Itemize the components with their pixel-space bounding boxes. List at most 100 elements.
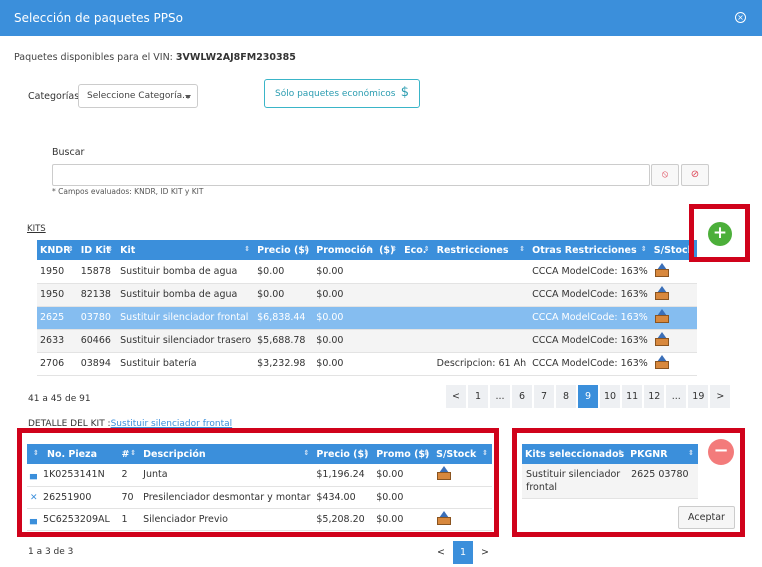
sort-icon: ⇕ xyxy=(640,245,647,253)
kit-cell: 03894 xyxy=(77,352,118,376)
sort-icon: ⇕ xyxy=(423,245,430,253)
kit-cell: $0.00 xyxy=(313,260,377,284)
selected-col-label: Kits seleccionados xyxy=(525,448,625,460)
kits-col-header[interactable]: Kit ⇕ xyxy=(117,240,255,260)
kit-row[interactable]: 2633 60466 Sustituir silenciador trasero $5… xyxy=(37,329,697,353)
clear-search-button[interactable]: ⦸ xyxy=(651,164,679,186)
close-icon[interactable]: × xyxy=(735,12,746,23)
kit-cell: CCCA ModelCode: 163% xyxy=(529,329,651,353)
stock-icon xyxy=(654,262,670,277)
kits-page[interactable]: 6 xyxy=(512,385,532,408)
kits-page[interactable]: 12 xyxy=(644,385,665,408)
parts-col-header[interactable]: S/Stock ⇕ xyxy=(433,444,492,464)
kit-row[interactable]: 2625 03780 Sustituir silenciador frontal $6… xyxy=(37,306,697,330)
kit-cell xyxy=(433,329,530,353)
part-row[interactable]: ✕ 26251900 70 Presilenciador desmontar y m… xyxy=(27,486,492,509)
kits-col-header[interactable]: Restricciones ⇕ xyxy=(433,240,530,260)
kit-cell: 1950 xyxy=(37,260,78,284)
kits-page[interactable]: < xyxy=(446,385,466,408)
kits-page[interactable]: 10 xyxy=(600,385,621,408)
part-precio: $1,196.24 xyxy=(313,464,374,487)
part-desc: Junta xyxy=(140,464,314,487)
kits-col-header[interactable]: Precio ($) ⇕ xyxy=(254,240,314,260)
parts-col-header[interactable]: Precio ($) ⇕ xyxy=(313,444,374,464)
kit-cell xyxy=(433,283,530,307)
selected-col-header[interactable]: Kits seleccionados ⇕ xyxy=(522,444,628,464)
kit-cell: Sustituir silenciador trasero xyxy=(117,329,255,353)
kit-cell: Sustituir bomba de agua xyxy=(117,283,255,307)
kits-page[interactable]: 11 xyxy=(622,385,643,408)
search-input[interactable] xyxy=(52,164,650,186)
kit-cell: 82138 xyxy=(77,283,118,307)
parts-page[interactable]: < xyxy=(431,541,451,564)
kit-row[interactable]: 2706 03894 Sustituir batería $3,232.98 $0.00… xyxy=(37,352,697,376)
part-stock-cell xyxy=(433,464,492,487)
kits-label: KITS xyxy=(27,224,46,234)
sort-icon: ⇕ xyxy=(482,449,488,457)
kit-cell: $0.00 xyxy=(254,260,314,284)
part-qty: 70 xyxy=(118,486,141,509)
selected-col-header[interactable]: PKGNR ⇕ xyxy=(627,444,698,464)
accept-button[interactable]: Aceptar xyxy=(678,506,735,529)
kit-cell: Sustituir batería xyxy=(117,352,255,376)
kits-col-header[interactable]: ($) ⇕ xyxy=(376,240,402,260)
kits-col-header[interactable]: Promoción ⇕ xyxy=(313,240,377,260)
campos-note: * Campos evaluados: KNDR, ID KIT y KIT xyxy=(52,187,204,196)
part-row[interactable]: ▄ 5C6253209AL 1 Silenciador Previo $5,208.2… xyxy=(27,508,492,531)
kits-page[interactable]: > xyxy=(710,385,731,408)
parts-col-label: Precio ($) xyxy=(316,448,369,460)
kits-page[interactable]: 9 xyxy=(578,385,598,408)
kit-cell: 2706 xyxy=(37,352,78,376)
kit-cell: 60466 xyxy=(77,329,118,353)
kit-cell: $3,232.98 xyxy=(254,352,314,376)
parts-col-header[interactable]: Descripción ⇕ xyxy=(140,444,314,464)
sort-icon: ⇕ xyxy=(33,449,39,457)
part-precio: $5,208.20 xyxy=(313,508,374,531)
sort-icon: ⇕ xyxy=(130,449,137,457)
add-kit-button[interactable]: + xyxy=(708,222,732,246)
categorias-select[interactable]: Seleccione Categoría... xyxy=(78,84,198,108)
kit-cell xyxy=(433,306,530,330)
stock-icon xyxy=(654,332,670,346)
kits-page[interactable]: ... xyxy=(666,385,687,408)
sort-icon: ⇕ xyxy=(688,449,694,457)
kit-cell: Sustituir bomba de agua xyxy=(117,260,255,284)
kits-page[interactable]: 8 xyxy=(556,385,576,408)
kits-col-header[interactable]: KNDR ⇕ xyxy=(37,240,78,260)
part-row[interactable]: ▄ 1K0253141N 2 Junta $1,196.24 $0.00 xyxy=(27,464,492,487)
parts-page[interactable]: 1 xyxy=(453,541,473,564)
kits-page[interactable]: 7 xyxy=(534,385,554,408)
kit-row[interactable]: 1950 15878 Sustituir bomba de agua $0.00 $0.… xyxy=(37,260,697,284)
kits-col-header[interactable]: ID Kit ⇕ xyxy=(77,240,118,260)
sort-icon: ⇕ xyxy=(363,449,370,457)
selected-kit-row[interactable]: Sustituir silenciador frontal 2625 03780 xyxy=(522,464,698,499)
cancel-search-button[interactable]: ⊘ xyxy=(681,164,709,186)
eco-packages-button[interactable]: Sólo paquetes económicos $ xyxy=(264,79,420,108)
parts-col-label: Promo ($) xyxy=(376,448,430,460)
parts-page[interactable]: > xyxy=(475,541,495,564)
kit-cell: $0.00 xyxy=(313,306,377,330)
kit-stock-cell xyxy=(650,283,697,307)
kit-row[interactable]: 1950 82138 Sustituir bomba de agua $0.00 $0.… xyxy=(37,283,697,307)
kits-col-header[interactable]: Otras Restricciones ⇕ xyxy=(529,240,651,260)
part-stock-cell xyxy=(433,508,492,531)
part-pieza: 5C6253209AL xyxy=(40,513,110,525)
vin-label: Paquetes disponibles para el VIN: xyxy=(14,52,173,63)
remove-kit-button[interactable]: − xyxy=(708,439,734,465)
categorias-placeholder: Seleccione Categoría... xyxy=(87,91,191,101)
kits-page[interactable]: ... xyxy=(490,385,510,408)
parts-col-header[interactable]: Promo ($) ⇕ xyxy=(373,444,434,464)
dialog-header: Selección de paquetes PPSo × xyxy=(0,0,762,36)
kit-cell: CCCA ModelCode: 163% xyxy=(529,352,651,376)
stock-icon-box xyxy=(437,516,452,525)
kits-page[interactable]: 1 xyxy=(468,385,488,408)
parts-col-header[interactable]: # ⇕ xyxy=(118,444,141,464)
parts-col-header[interactable]: No. Pieza ⇕ xyxy=(27,444,119,464)
add-kit-highlight: + xyxy=(689,204,750,262)
parts-col-label: S/Stock xyxy=(436,448,477,460)
kits-col-header[interactable]: Eco. ⇕ xyxy=(401,240,434,260)
sort-icon: ⇕ xyxy=(366,245,373,253)
kit-cell xyxy=(401,352,434,376)
dialog-title: Selección de paquetes PPSo xyxy=(14,11,183,25)
kits-page[interactable]: 19 xyxy=(688,385,709,408)
